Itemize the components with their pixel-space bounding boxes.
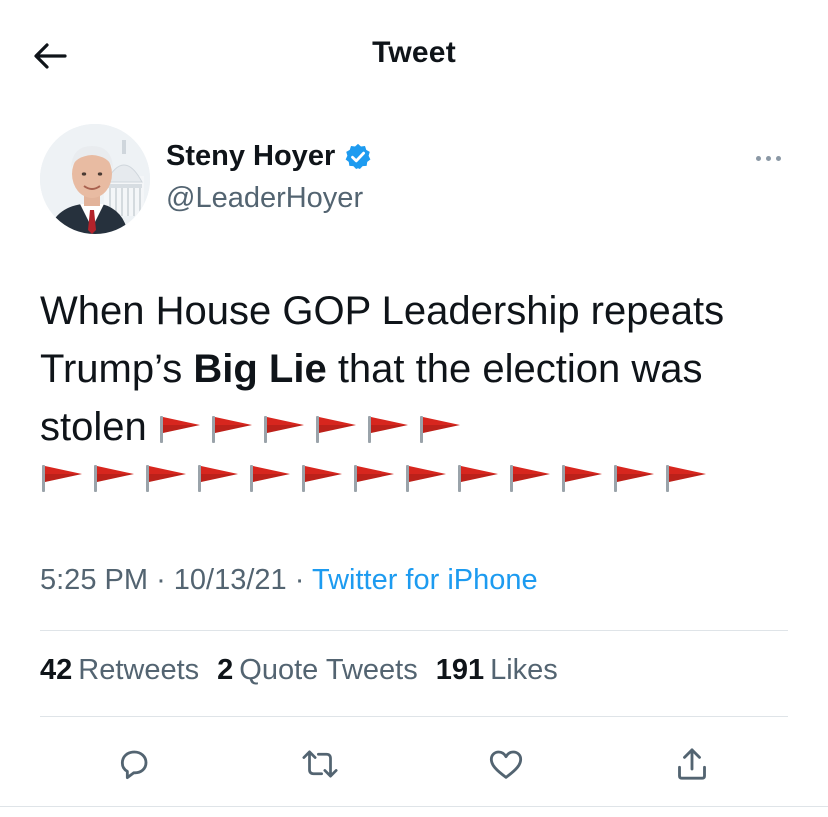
share-icon (678, 748, 706, 780)
share-button[interactable] (668, 740, 716, 788)
divider (40, 630, 788, 631)
red-flag-icon (614, 465, 654, 492)
red-flag-icon (562, 465, 602, 492)
red-flag-icon (458, 465, 498, 492)
red-flag-icon (419, 416, 460, 443)
header: Tweet (0, 0, 828, 112)
avatar[interactable] (40, 124, 150, 234)
divider (40, 716, 788, 717)
tweet-stats: 42 Retweets 2 Quote Tweets 191 Likes (40, 654, 576, 687)
tweet-actions (0, 738, 828, 790)
bottom-divider (0, 806, 828, 807)
red-flag-icon (315, 416, 356, 443)
retweet-icon (302, 750, 338, 778)
avatar-image (40, 124, 150, 234)
red-flag-icon (146, 465, 186, 492)
flag-group (40, 463, 716, 503)
red-flag-icon (94, 465, 134, 492)
user-handle[interactable]: @LeaderHoyer (166, 182, 363, 215)
red-flag-icon (263, 416, 304, 443)
tweet-time: 5:25 PM (40, 564, 148, 596)
tweet-bold-text: Big Lie (193, 347, 327, 391)
red-flag-icon (159, 416, 200, 443)
red-flag-icon (510, 465, 550, 492)
red-flag-icon (666, 465, 706, 492)
more-options-button[interactable] (748, 144, 788, 172)
quote-tweets-count: 2 (217, 654, 234, 686)
quote-tweets-stat[interactable]: 2 Quote Tweets (217, 654, 418, 687)
like-button[interactable] (482, 740, 530, 788)
likes-count: 191 (435, 654, 485, 686)
red-flag-icon (250, 465, 290, 492)
retweets-stat[interactable]: 42 Retweets (40, 654, 199, 687)
red-flag-icon (42, 465, 82, 492)
more-dot-icon (755, 155, 761, 161)
retweets-count: 42 (40, 654, 73, 686)
reply-button[interactable] (110, 740, 158, 788)
retweets-label: Retweets (78, 654, 200, 686)
meta-separator: · (294, 564, 305, 596)
author-name-row: Steny Hoyer (166, 140, 373, 173)
red-flag-icon (198, 465, 238, 492)
retweet-button[interactable] (296, 740, 344, 788)
tweet-source-link[interactable]: Twitter for iPhone (312, 564, 538, 596)
tweet-meta: 5:25 PM · 10/13/21 · Twitter for iPhone (40, 564, 538, 597)
red-flag-icon (354, 465, 394, 492)
red-flag-icon (302, 465, 342, 492)
tweet-text: When House GOP Leadership repeats Trump’… (40, 282, 800, 456)
display-name[interactable]: Steny Hoyer (166, 140, 335, 173)
tweet-date: 10/13/21 (173, 564, 287, 596)
meta-separator: · (156, 564, 166, 596)
likes-stat[interactable]: 191 Likes (436, 654, 558, 687)
more-dot-icon (765, 155, 771, 161)
verified-badge-icon (343, 142, 373, 172)
like-icon (489, 750, 523, 779)
likes-label: Likes (490, 654, 558, 686)
reply-icon (120, 750, 148, 780)
more-dot-icon (775, 155, 781, 161)
quote-tweets-label: Quote Tweets (239, 654, 418, 686)
flag-group (158, 405, 470, 449)
red-flag-icon (367, 416, 408, 443)
page-title: Tweet (372, 36, 456, 69)
red-flag-icon (406, 465, 446, 492)
red-flag-icon (211, 416, 252, 443)
